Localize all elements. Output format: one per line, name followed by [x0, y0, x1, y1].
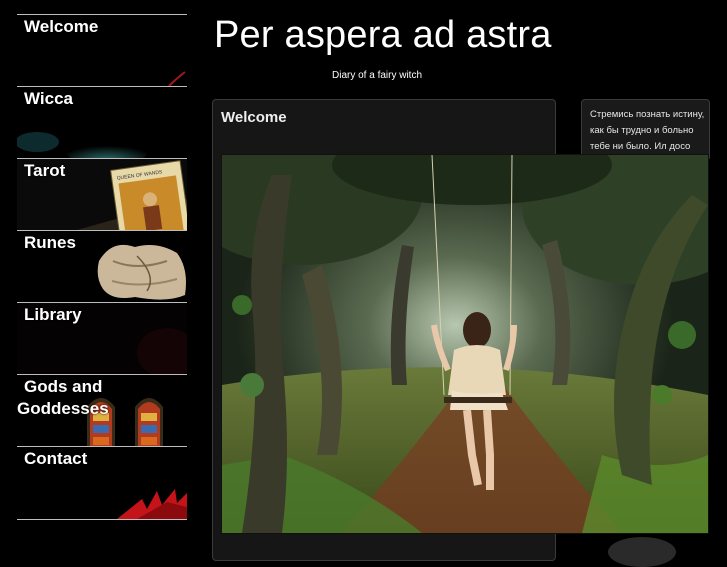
- quote-widget: Стремись познать истину, как бы трудно и…: [581, 99, 710, 161]
- sidebar-item-label: Runes: [24, 233, 76, 252]
- sidebar-nav: Welcome Wicca QUEEN OF WANDS Tarot Runes…: [17, 14, 187, 520]
- sidebar-item-library[interactable]: Library: [17, 302, 187, 374]
- site-subtitle: Diary of a fairy witch: [332, 70, 423, 81]
- sidebar-item-label: Library: [24, 305, 82, 324]
- forest-scene-illustration: [222, 155, 708, 533]
- sidebar-item-label: Gods and Goddesses: [17, 376, 184, 420]
- sidebar-item-label: Wicca: [24, 89, 73, 108]
- sidebar-item-gods-and-goddesses[interactable]: Gods and Goddesses: [17, 374, 187, 446]
- site-title: Per aspera ad astra: [214, 14, 552, 56]
- forest-swing-image: [221, 154, 709, 534]
- sidebar-item-contact[interactable]: Contact: [17, 446, 187, 520]
- sidebar-item-label-line2: Goddesses: [17, 399, 109, 418]
- sidebar-item-wicca[interactable]: Wicca: [17, 86, 187, 158]
- sidebar-item-label: Contact: [24, 449, 88, 468]
- sidebar-item-label: Tarot: [24, 161, 66, 180]
- quote-text: Стремись познать истину, как бы трудно и…: [590, 109, 705, 152]
- post-title: Welcome: [221, 109, 287, 126]
- sidebar-item-runes[interactable]: Runes: [17, 230, 187, 302]
- sidebar-item-label-line1: Gods and: [24, 377, 103, 396]
- sidebar-item-welcome[interactable]: Welcome: [17, 14, 187, 86]
- sidebar-item-label: Welcome: [24, 17, 99, 36]
- sidebar-item-tarot[interactable]: QUEEN OF WANDS Tarot: [17, 158, 187, 230]
- red-wisp-decoration: [168, 71, 186, 86]
- profile-avatar[interactable]: [608, 537, 676, 567]
